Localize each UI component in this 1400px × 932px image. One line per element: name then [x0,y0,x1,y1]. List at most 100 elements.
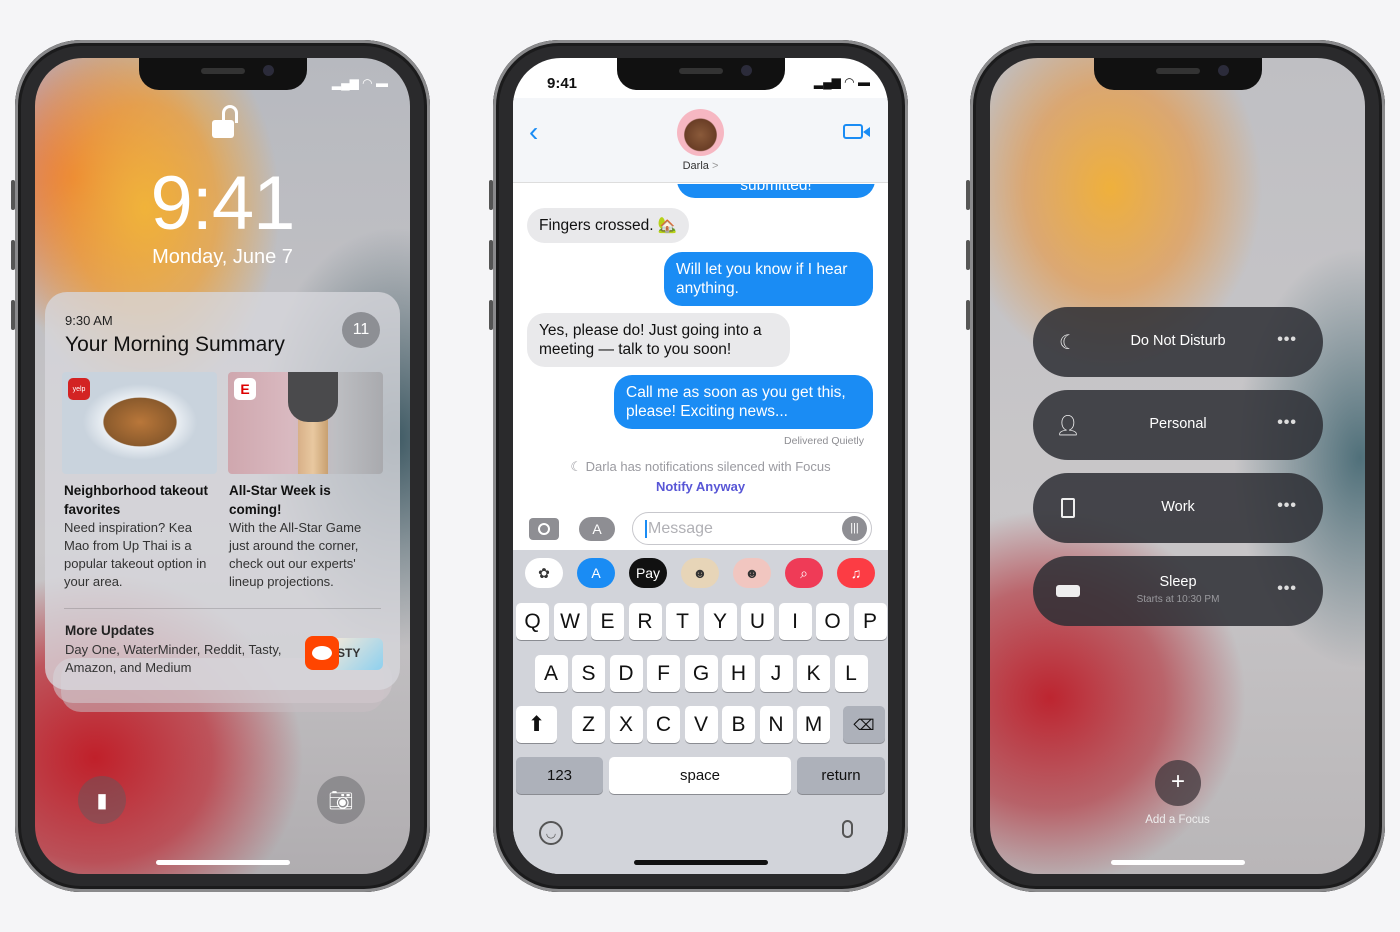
app-strip-photos[interactable]: ✿ [525,558,563,588]
microphone-icon[interactable] [842,820,853,838]
status-time: 9:41 [547,75,578,92]
return-key[interactable]: return [797,757,885,794]
key-w[interactable]: W [553,603,587,640]
summary-count-badge: 11 [342,312,380,348]
key-k[interactable]: K [797,655,830,692]
key-a[interactable]: A [534,655,568,692]
app-strip-search[interactable]: ⌕ [785,558,823,588]
contact-name[interactable]: Darla > [513,160,888,172]
message-bubble-sent[interactable]: Call me as soon as you get this, please!… [614,375,873,429]
key-s[interactable]: S [572,655,605,692]
numbers-key[interactable]: 123 [516,757,603,794]
key-n[interactable]: N [759,706,793,743]
audio-waveform-icon[interactable]: ||| [842,516,867,541]
notch [1093,58,1262,90]
app-strip-music[interactable]: ♫ [837,558,875,588]
key-e[interactable]: E [591,603,624,640]
keyboard: ✿ A Pay ☻ ☻ ⌕ ♫ Q W E R T Y U I O P A S D F G H J K L ⬆ Z X C V B N M ⌫ 123… [513,550,888,874]
app-store-button[interactable]: A [579,517,615,541]
key-h[interactable]: H [722,655,755,692]
key-j[interactable]: J [759,655,793,692]
key-q[interactable]: Q [516,603,549,640]
key-g[interactable]: G [684,655,718,692]
focus-work[interactable]: Work ••• [1033,473,1323,543]
summary-time: 9:30 AM [65,313,113,328]
phone-focus: ☾ Do Not Disturb ••• 👤︎ Personal ••• Wor… [966,40,1385,892]
key-b[interactable]: B [722,706,755,743]
key-x[interactable]: X [609,706,643,743]
more-options-icon[interactable]: ••• [1277,580,1297,598]
focus-screen: ☾ Do Not Disturb ••• 👤︎ Personal ••• Wor… [990,58,1365,874]
more-options-icon[interactable]: ••• [1277,331,1297,349]
camera-icon[interactable] [529,518,559,540]
key-l[interactable]: L [834,655,868,692]
story-title: Neighborhood takeout favorites [64,483,208,517]
key-u[interactable]: U [741,603,774,640]
message-bubble-received[interactable]: Yes, please do! Just going into a meetin… [527,313,790,367]
key-y[interactable]: Y [703,603,737,640]
shift-key[interactable]: ⬆ [516,706,557,743]
contact-label: Darla [682,160,709,172]
key-t[interactable]: T [666,603,699,640]
delivered-status: Delivered Quietly [784,435,864,447]
takeout-image[interactable]: yelp [62,372,217,474]
status-icons: ▂▄▆ ◠ ▬ [331,76,388,90]
emoji-icon[interactable]: ◡ [539,821,563,845]
key-v[interactable]: V [684,706,718,743]
message-placeholder: Message [645,520,713,538]
key-m[interactable]: M [797,706,830,743]
more-options-icon[interactable]: ••• [1277,497,1297,515]
focus-do-not-disturb[interactable]: ☾ Do Not Disturb ••• [1033,307,1323,377]
message-input[interactable]: Message ||| [632,512,872,545]
reddit-app-icon [305,636,339,670]
key-p[interactable]: P [853,603,887,640]
notch [138,58,307,90]
app-strip-app-store[interactable]: A [577,558,615,588]
message-bubble-received[interactable]: Fingers crossed. 🏡 [527,208,690,243]
yelp-app-icon: yelp [68,378,90,400]
video-call-icon[interactable] [843,124,870,139]
key-f[interactable]: F [647,655,680,692]
focus-notice: ☾ Darla has notifications silenced with … [513,459,888,475]
home-indicator[interactable] [1110,860,1245,865]
notify-anyway-link[interactable]: Notify Anyway [513,479,888,494]
espn-app-icon: E [234,378,256,400]
key-o[interactable]: O [816,603,849,640]
status-icons: ▂▄▆ ◠ ▬ [813,75,870,89]
flashlight-button[interactable]: ▮ [78,776,126,824]
key-i[interactable]: I [778,603,812,640]
app-strip-animoji[interactable]: ☻ [733,558,771,588]
divider [64,608,381,609]
delete-key[interactable]: ⌫ [843,706,885,743]
back-chevron-icon[interactable]: ‹ [529,116,538,148]
key-c[interactable]: C [647,706,680,743]
focus-sleep[interactable]: Sleep Starts at 10:30 PM ••• [1033,556,1323,626]
space-key[interactable]: space [609,757,791,794]
key-z[interactable]: Z [572,706,605,743]
key-d[interactable]: D [609,655,643,692]
unlock-icon [212,105,238,138]
story-title: All-Star Week is coming! [229,483,331,517]
more-updates-body: Day One, WaterMinder, Reddit, Tasty, Ama… [65,642,282,675]
story-body: With the All-Star Game just around the c… [229,520,362,589]
app-strip-Pay[interactable]: Pay [629,558,667,588]
contact-avatar[interactable] [677,109,724,156]
home-indicator[interactable] [155,860,290,865]
camera-button[interactable]: 📷︎ [317,776,365,824]
app-strip-memoji[interactable]: ☻ [681,558,719,588]
flashlight-icon: ▮ [96,789,108,812]
lock-screen: ▂▄▆ ◠ ▬ 9:41 Monday, June 7 9:30 AM Your… [35,58,410,874]
key-r[interactable]: R [628,603,662,640]
more-updates-title: More Updates [65,623,155,638]
allstar-image[interactable]: E [228,372,383,474]
lock-date: Monday, June 7 [152,246,293,268]
focus-personal[interactable]: 👤︎ Personal ••• [1033,390,1323,460]
add-focus-button[interactable]: + [1155,760,1201,806]
camera-icon: 📷︎ [328,789,354,812]
notification-summary-card[interactable]: 9:30 AM Your Morning Summary 11 yelp E N… [45,292,400,690]
more-options-icon[interactable]: ••• [1277,414,1297,432]
home-indicator[interactable] [633,860,768,865]
summary-title: Your Morning Summary [65,333,285,356]
phone-lock-screen: ▂▄▆ ◠ ▬ 9:41 Monday, June 7 9:30 AM Your… [11,40,430,892]
message-bubble-sent[interactable]: Will let you know if I hear anything. [664,252,873,306]
